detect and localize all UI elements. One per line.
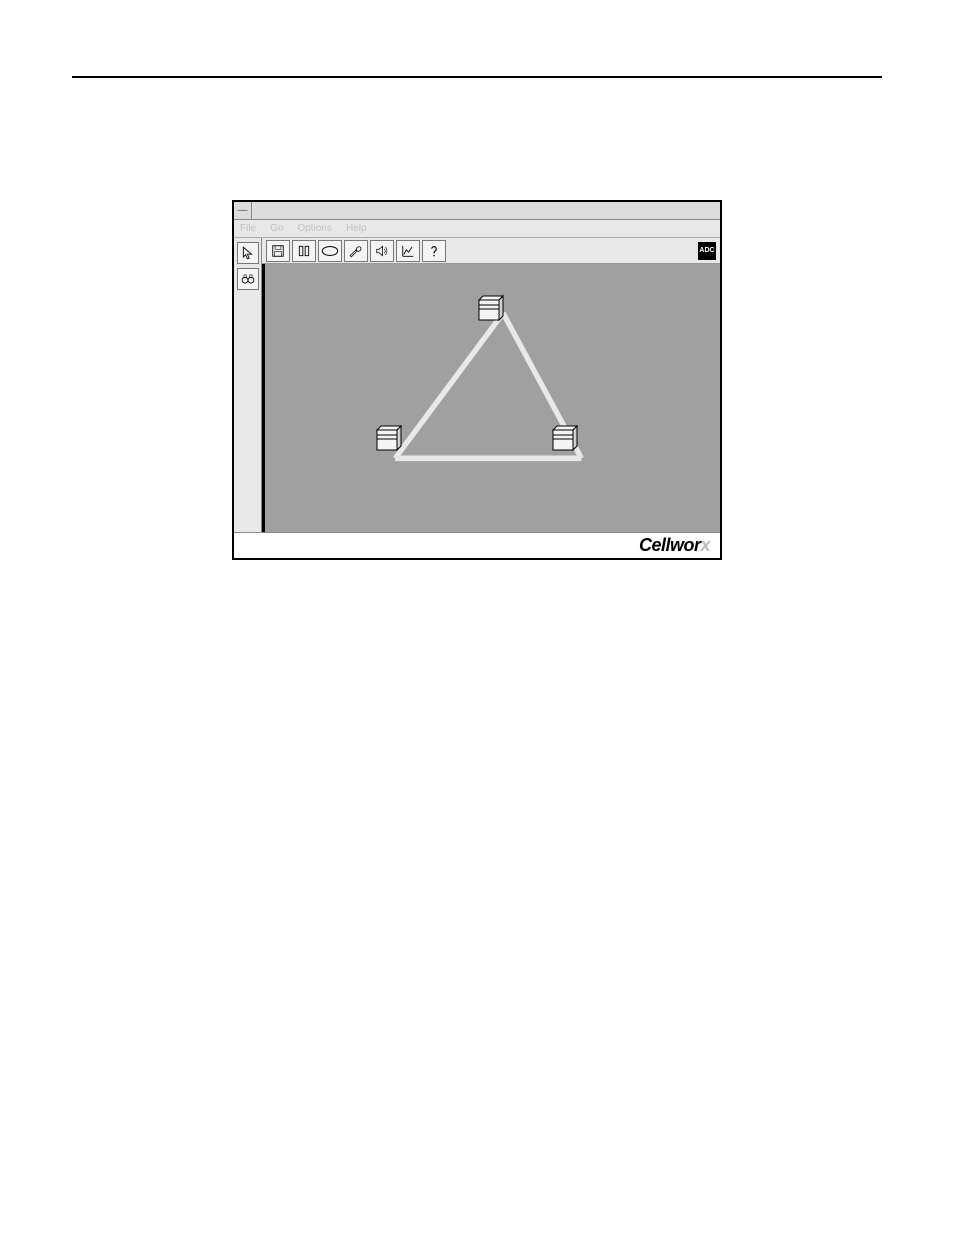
- step-2: 2. Double click on the node that the con…: [122, 590, 842, 630]
- stats-button[interactable]: [396, 240, 420, 262]
- pointer-icon: [241, 246, 255, 260]
- menu-options[interactable]: Options: [297, 223, 331, 234]
- menu-file[interactable]: File: [240, 223, 256, 234]
- step-number: 4.: [122, 699, 150, 739]
- header-left: DLP-773: [72, 50, 119, 64]
- window-body: ADC: [234, 238, 720, 532]
- tool-button[interactable]: [344, 240, 368, 262]
- header-rule: [72, 76, 882, 78]
- step-9: 9. Select a Sub-port ID number. This num…: [122, 970, 842, 1010]
- chart-icon: [401, 244, 415, 258]
- step-text: Select the ATM or Frame Relay button dep…: [150, 807, 842, 847]
- canvas-area: ADC: [262, 238, 720, 532]
- step-text: Using the left mouse button, click on an…: [150, 699, 842, 739]
- side-toolbar: [234, 238, 262, 532]
- step-5: 5. Select Create Virtual Interface and r…: [122, 753, 842, 793]
- step-text: Select the Virtual UNI button for the Su…: [150, 861, 842, 901]
- header-right-line1: DLP-773: [835, 50, 882, 64]
- menu-help[interactable]: Help: [346, 223, 367, 234]
- main-toolbar: ADC: [262, 238, 720, 264]
- menu-go[interactable]: Go: [270, 223, 283, 234]
- step-8: 8. Select a Physical Port using the up o…: [122, 916, 842, 956]
- step-text: Select a Physical Port using the up or d…: [150, 916, 842, 956]
- node-icon: [475, 294, 505, 322]
- floppy-icon: [271, 244, 285, 258]
- step-number: 9.: [122, 970, 150, 1010]
- page-footer: Cellworx STN Phase 3.1 User's Guide Rele…: [72, 1183, 882, 1195]
- binoculars-icon: [241, 272, 255, 286]
- footer-center: © 2000, ADC Telecommunications, Inc.: [72, 1183, 882, 1195]
- cellworx-logo-x: x: [700, 535, 710, 555]
- step-text: Single click on the card where the new p…: [150, 644, 842, 684]
- link-top-left[interactable]: [395, 313, 503, 458]
- sound-button[interactable]: [370, 240, 394, 262]
- step-number: 5.: [122, 753, 150, 793]
- procedure-steps: 2. Double click on the node that the con…: [122, 590, 842, 1024]
- step-number: 3.: [122, 644, 150, 684]
- pointer-tool-button[interactable]: [237, 242, 259, 264]
- topology-canvas[interactable]: [262, 264, 720, 532]
- step-number: 6.: [122, 807, 150, 847]
- step-number: 7.: [122, 861, 150, 901]
- node-icon: [373, 424, 403, 452]
- wrench-icon: [349, 244, 363, 258]
- cellworx-logo: Cellworx: [639, 535, 710, 556]
- step-number: 8.: [122, 916, 150, 956]
- header-right: DLP-773 Page 3 of 7: [821, 50, 882, 78]
- node-icon: [549, 424, 579, 452]
- step-3: 3. Single click on the card where the ne…: [122, 644, 842, 684]
- help-button[interactable]: [422, 240, 446, 262]
- view-tool-button[interactable]: [237, 268, 259, 290]
- window-titlebar[interactable]: —: [234, 202, 720, 220]
- save-button[interactable]: [266, 240, 290, 262]
- figure-caption: Figure 773-1. Cellworx Vision GUI Topolo…: [72, 154, 882, 169]
- ring-button[interactable]: [318, 240, 342, 262]
- system-menu-icon[interactable]: —: [234, 202, 252, 220]
- step-text: Select a Sub-port ID number. This number…: [150, 970, 842, 1010]
- ring-icon: [321, 244, 339, 258]
- card-button[interactable]: [292, 240, 316, 262]
- step-7: 7. Select the Virtual UNI button for the…: [122, 861, 842, 901]
- cellworx-logo-text: Cellwor: [639, 535, 701, 555]
- document-page: DLP-773 DLP-773 Page 3 of 7 Figure 773-1…: [0, 0, 954, 1235]
- step-text: Double click on the node that the connec…: [150, 590, 842, 630]
- app-footer-bar: Cellworx: [234, 532, 720, 558]
- topology-node-right[interactable]: [549, 424, 579, 452]
- adc-brand-badge: ADC: [698, 242, 716, 260]
- app-window: — File Go Options Help: [232, 200, 722, 560]
- help-icon: [427, 244, 441, 258]
- step-text: Select Create Virtual Interface and rele…: [150, 753, 842, 793]
- step-4: 4. Using the left mouse button, click on…: [122, 699, 842, 739]
- topology-node-top[interactable]: [475, 294, 505, 322]
- menu-bar: File Go Options Help: [234, 220, 720, 238]
- step-6: 6. Select the ATM or Frame Relay button …: [122, 807, 842, 847]
- card-icon: [297, 244, 311, 258]
- speaker-icon: [375, 244, 389, 258]
- topology-node-left[interactable]: [373, 424, 403, 452]
- step-number: 2.: [122, 590, 150, 630]
